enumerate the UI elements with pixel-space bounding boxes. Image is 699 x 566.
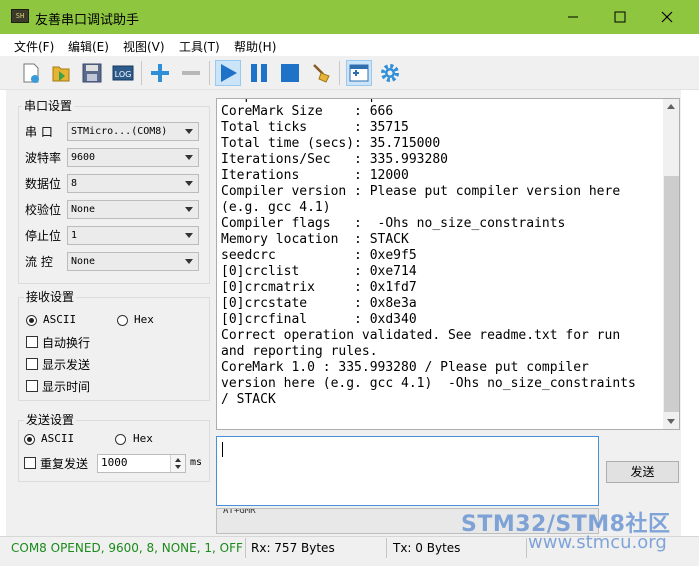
menu-edit[interactable]: 编辑(E) (68, 38, 109, 55)
quick-command-text: AT+GMR (223, 508, 256, 516)
svg-text:LOG: LOG (115, 70, 132, 79)
gear-icon (381, 64, 399, 82)
receive-hex-label: Hex (134, 313, 154, 326)
flow-control-select[interactable]: None (67, 252, 199, 271)
plus-icon (151, 64, 169, 82)
parity-select[interactable]: None (67, 200, 199, 219)
text-caret (222, 442, 223, 457)
open-file-button[interactable] (48, 60, 74, 86)
receive-ascii-label: ASCII (43, 313, 77, 326)
baud-select[interactable]: 9600 (67, 148, 199, 167)
menu-help[interactable]: 帮助(H) (234, 38, 276, 55)
menu-view[interactable]: 视图(V) (123, 38, 165, 55)
auto-wrap-checkbox[interactable] (26, 336, 38, 348)
tx-counter: Tx: 0 Bytes (393, 541, 461, 555)
menu-file[interactable]: 文件(F) (14, 38, 54, 55)
send-hex-radio[interactable] (115, 434, 126, 445)
chevron-down-icon (185, 233, 193, 238)
pause-icon (251, 64, 267, 82)
baud-label: 波特率 (25, 151, 62, 165)
new-file-icon (23, 63, 39, 83)
data-bits-label: 数据位 (25, 177, 62, 191)
scroll-down-icon[interactable] (667, 419, 675, 424)
data-bits-select[interactable]: 8 (67, 174, 199, 193)
close-icon (661, 11, 673, 23)
show-send-checkbox[interactable] (26, 358, 38, 370)
window-layout-icon (349, 64, 369, 82)
parity-label: 校验位 (25, 203, 62, 217)
save-disk-icon (82, 63, 102, 83)
send-button[interactable]: 发送 (606, 461, 679, 483)
stop-bits-label: 停止位 (25, 229, 62, 243)
receive-hex-radio[interactable] (117, 315, 128, 326)
stepper-down-icon[interactable] (175, 465, 181, 469)
show-send-label: 显示发送 (42, 358, 91, 372)
app-logo-icon: SH (11, 9, 29, 23)
broom-icon (313, 64, 330, 83)
flow-control-label: 流 控 (25, 255, 53, 269)
connection-status: COM8 OPENED, 9600, 8, NONE, 1, OFF (11, 541, 243, 555)
chevron-down-icon (185, 259, 193, 264)
chevron-down-icon (185, 207, 193, 212)
minus-icon (182, 71, 200, 75)
scroll-up-icon[interactable] (667, 104, 675, 109)
chevron-down-icon (185, 129, 193, 134)
receive-ascii-radio[interactable] (26, 315, 37, 326)
maximize-button[interactable] (597, 0, 643, 34)
receive-content: 2K performance run parameters for corema… (221, 99, 636, 407)
start-button[interactable] (215, 60, 241, 86)
remove-button[interactable] (178, 60, 204, 86)
clear-button[interactable] (308, 60, 334, 86)
minimize-icon (568, 16, 578, 18)
save-button[interactable] (79, 60, 105, 86)
chevron-down-icon (185, 155, 193, 160)
port-select[interactable]: STMicro...(COM8) (67, 122, 199, 141)
new-file-button[interactable] (18, 60, 44, 86)
window-title: 友善串口调试助手 (35, 13, 140, 28)
send-hex-label: Hex (133, 432, 153, 445)
open-folder-icon (52, 66, 70, 82)
stop-bits-select[interactable]: 1 (67, 226, 199, 245)
stop-icon (281, 64, 299, 82)
watermark-url: www.stmcu.org (528, 532, 667, 553)
settings-button[interactable] (377, 60, 403, 86)
window-layout-button[interactable] (346, 60, 372, 86)
repeat-send-label: 重复发送 (40, 457, 89, 471)
stepper-up-icon[interactable] (175, 458, 181, 462)
log-button[interactable]: LOG (110, 60, 136, 86)
scroll-thumb[interactable] (664, 176, 679, 412)
repeat-interval-input[interactable]: 1000 (97, 454, 186, 473)
serial-settings-title: 串口设置 (22, 97, 75, 114)
show-time-checkbox[interactable] (26, 380, 38, 392)
send-ascii-radio[interactable] (24, 434, 35, 445)
auto-wrap-label: 自动换行 (42, 336, 91, 350)
repeat-send-checkbox[interactable] (24, 457, 36, 469)
chevron-down-icon (185, 181, 193, 186)
maximize-icon (614, 11, 626, 23)
receive-settings-title: 接收设置 (24, 288, 77, 305)
rx-counter: Rx: 757 Bytes (251, 541, 335, 555)
show-time-label: 显示时间 (42, 380, 91, 394)
play-icon (221, 64, 237, 82)
port-label: 串 口 (25, 125, 53, 139)
add-button[interactable] (147, 60, 173, 86)
send-settings-title: 发送设置 (24, 411, 77, 428)
log-icon: LOG (112, 65, 134, 81)
close-button[interactable] (644, 0, 690, 34)
menu-tools[interactable]: 工具(T) (179, 38, 220, 55)
minimize-button[interactable] (550, 0, 596, 34)
interval-stepper[interactable] (170, 455, 185, 472)
interval-unit: ms (190, 457, 203, 468)
receive-textarea[interactable]: 2K performance run parameters for corema… (216, 98, 663, 430)
window-edge (681, 90, 699, 536)
stop-button[interactable] (277, 60, 303, 86)
send-input[interactable] (216, 436, 599, 506)
send-ascii-label: ASCII (41, 432, 75, 445)
pause-button[interactable] (246, 60, 272, 86)
